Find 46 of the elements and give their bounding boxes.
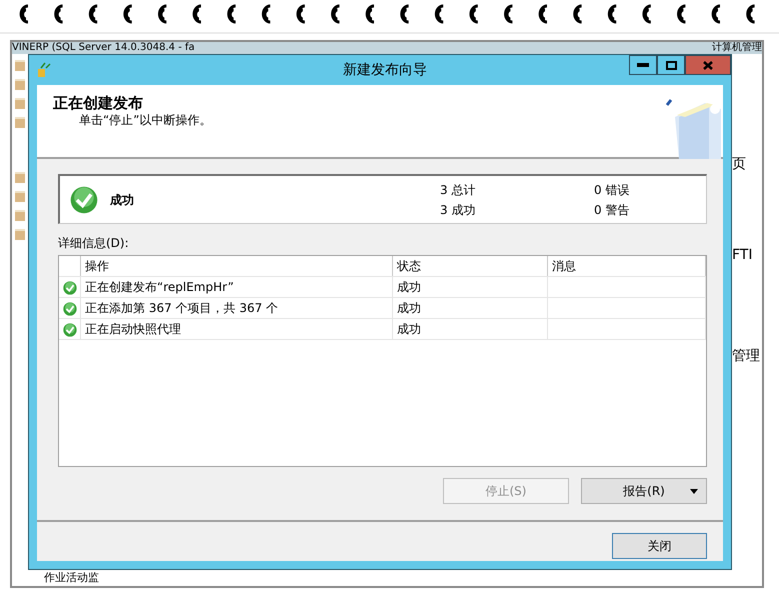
success-icon bbox=[63, 322, 77, 337]
column-header: 状态 bbox=[393, 256, 548, 276]
close-window-button[interactable] bbox=[685, 55, 731, 75]
minimize-button[interactable] bbox=[629, 55, 657, 75]
wizard-icon bbox=[37, 62, 51, 78]
report-button[interactable]: 报告(R) bbox=[581, 478, 707, 504]
close-button[interactable]: 关闭 bbox=[612, 533, 707, 559]
maximize-icon bbox=[666, 60, 676, 70]
count-text: 3 成功 bbox=[439, 202, 476, 216]
page-subheading: 单击“停止”以中断操作。 bbox=[78, 112, 212, 129]
table-cell: 成功 bbox=[393, 319, 548, 339]
folder-icon bbox=[15, 172, 25, 183]
page-heading: 正在创建发布 bbox=[53, 95, 144, 111]
folder-icon bbox=[15, 210, 25, 221]
success-icon bbox=[63, 302, 77, 316]
caret-icon bbox=[690, 489, 698, 494]
count-text: 0 警告 bbox=[593, 202, 630, 216]
heading-text: 页 bbox=[732, 155, 746, 174]
folder-icon bbox=[15, 79, 25, 90]
window-title: VINERP (SQL Server 14.0.3048.4 - fa bbox=[12, 42, 195, 54]
folder-icon bbox=[15, 117, 25, 128]
table-cell: 正在添加第 367 个项目，共 367 个 bbox=[81, 298, 393, 318]
count-text: 0 错误 bbox=[593, 182, 630, 196]
window-title: 计算机管理 bbox=[712, 42, 762, 54]
folder-icon bbox=[15, 60, 25, 71]
tree-item: FTI bbox=[732, 246, 752, 265]
tree-item[interactable]: 作业活动监 bbox=[44, 571, 99, 584]
close-icon bbox=[703, 60, 713, 70]
folder-icon bbox=[15, 98, 25, 109]
folder-icon bbox=[15, 191, 25, 202]
success-icon bbox=[63, 280, 77, 295]
table-cell: 成功 bbox=[393, 277, 548, 297]
folder-icon bbox=[15, 229, 25, 240]
dialog-title: 新建发布向导 bbox=[342, 60, 428, 80]
column-header: 消息 bbox=[548, 256, 706, 276]
heading-text: 管理 bbox=[732, 347, 760, 366]
count-text: 3 总计 bbox=[439, 182, 476, 196]
column-header: 操作 bbox=[81, 256, 393, 276]
table-cell: 正在启动快照代理 bbox=[81, 319, 393, 339]
success-icon bbox=[70, 186, 98, 214]
details-label: 详细信息(D): bbox=[58, 235, 130, 252]
minimize-icon bbox=[637, 63, 649, 67]
table-cell: 成功 bbox=[393, 298, 548, 318]
table-cell: 正在创建发布“replEmpHr” bbox=[81, 277, 393, 297]
maximize-button[interactable] bbox=[657, 55, 685, 75]
status-text: 成功 bbox=[110, 192, 135, 208]
